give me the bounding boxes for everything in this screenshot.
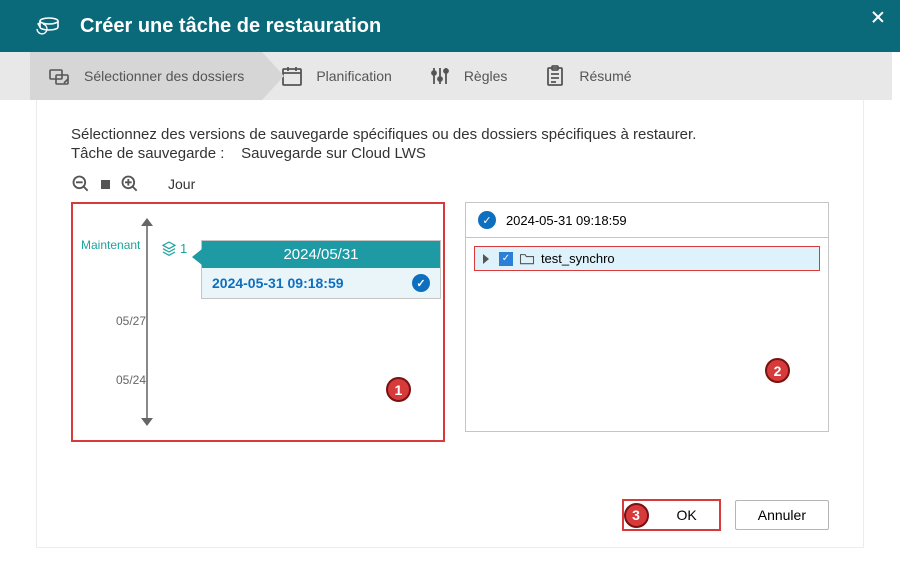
tab-rules[interactable]: Règles <box>410 52 526 100</box>
layers-icon: 1 <box>161 240 187 256</box>
tab-schedule[interactable]: Planification <box>262 52 410 100</box>
tab-select-folders[interactable]: Sélectionner des dossiers <box>30 52 262 100</box>
now-label: Maintenant <box>81 238 140 252</box>
ok-button-highlight: 3 OK <box>622 499 721 531</box>
page-title: Créer une tâche de restauration <box>80 15 381 38</box>
panels-row: Maintenant 1 05/27 05/24 2024/05/31 <box>71 202 829 442</box>
zoom-controls: Jour <box>71 174 829 194</box>
backup-version-row[interactable]: 2024-05-31 09:18:59 ✓ <box>202 268 440 298</box>
check-icon: ✓ <box>478 211 496 229</box>
task-label: Tâche de sauvegarde : <box>71 145 224 162</box>
instruction-text: Sélectionnez des versions de sauvegarde … <box>71 126 829 143</box>
folders-icon <box>48 64 72 88</box>
tab-label: Règles <box>464 68 508 84</box>
annotation-badge-3: 3 <box>624 503 649 528</box>
annotation-badge-2: 2 <box>765 358 790 383</box>
selected-version-header: ✓ 2024-05-31 09:18:59 <box>466 203 828 238</box>
check-icon: ✓ <box>412 274 430 292</box>
timeline-tick: 05/27 <box>116 314 146 328</box>
expand-arrow-icon[interactable] <box>483 254 489 264</box>
cancel-button[interactable]: Annuler <box>735 500 829 530</box>
zoom-reset-button[interactable] <box>101 180 110 189</box>
sliders-icon <box>428 64 452 88</box>
timeline-track[interactable]: 05/27 05/24 <box>141 218 153 426</box>
folder-panel: ✓ 2024-05-31 09:18:59 ✓ test_synchro 2 <box>465 202 829 432</box>
folder-row[interactable]: ✓ test_synchro <box>474 246 820 271</box>
tab-label: Sélectionner des dossiers <box>84 68 244 84</box>
folder-icon <box>519 252 535 265</box>
clipboard-icon <box>543 64 567 88</box>
restore-icon <box>36 16 62 36</box>
folder-list: ✓ test_synchro 2 <box>466 238 828 431</box>
zoom-unit-label: Jour <box>168 176 195 192</box>
layers-count: 1 <box>180 241 187 256</box>
folder-name: test_synchro <box>541 251 615 266</box>
timeline-down-arrow[interactable] <box>141 418 153 426</box>
selected-version-label: 2024-05-31 09:18:59 <box>506 213 627 228</box>
tab-label: Résumé <box>579 68 631 84</box>
backup-version-card[interactable]: 2024/05/31 2024-05-31 09:18:59 ✓ <box>201 240 441 299</box>
task-label-row: Tâche de sauvegarde : Sauvegarde sur Clo… <box>71 145 829 162</box>
ok-button[interactable]: OK <box>655 501 719 529</box>
main-panel: Sélectionnez des versions de sauvegarde … <box>36 100 864 548</box>
timeline-tick: 05/24 <box>116 373 146 387</box>
title-bar: Créer une tâche de restauration <box>0 0 900 52</box>
timeline-up-arrow[interactable] <box>141 218 153 226</box>
dialog-footer: 3 OK Annuler <box>622 499 830 531</box>
zoom-in-button[interactable] <box>120 174 140 194</box>
folder-checkbox[interactable]: ✓ <box>499 252 513 266</box>
tab-summary[interactable]: Résumé <box>525 52 649 100</box>
close-button[interactable] <box>870 10 886 26</box>
tab-label: Planification <box>316 68 392 84</box>
wizard-tabs: Sélectionner des dossiers Planification … <box>0 52 892 100</box>
backup-date-header: 2024/05/31 <box>202 241 440 268</box>
scrollbar[interactable] <box>882 100 900 550</box>
annotation-badge-1: 1 <box>386 377 411 402</box>
zoom-out-button[interactable] <box>71 174 91 194</box>
backup-version-timestamp: 2024-05-31 09:18:59 <box>212 275 344 291</box>
task-name: Sauvegarde sur Cloud LWS <box>241 145 426 162</box>
timeline-panel: Maintenant 1 05/27 05/24 2024/05/31 <box>71 202 445 442</box>
